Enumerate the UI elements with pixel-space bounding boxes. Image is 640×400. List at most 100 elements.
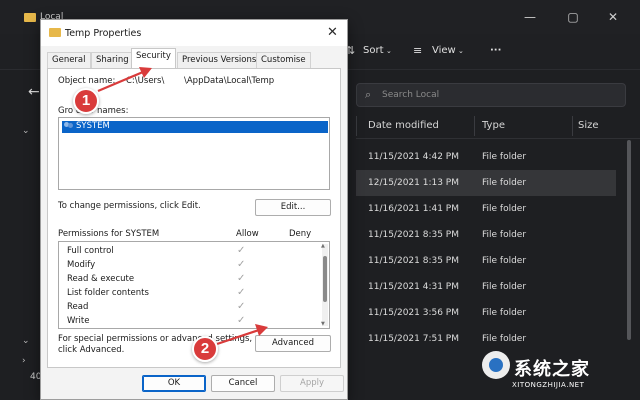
file-date-modified: 11/15/2021 4:31 PM bbox=[368, 282, 459, 292]
tab-previous-versions[interactable]: Previous Versions bbox=[177, 52, 262, 68]
permission-row: Read ✓ bbox=[59, 301, 317, 315]
permission-row: Modify ✓ bbox=[59, 259, 317, 273]
close-icon[interactable]: ✕ bbox=[603, 8, 623, 26]
column-separator bbox=[356, 116, 357, 136]
file-type: File folder bbox=[482, 256, 527, 266]
navigation-pane: ⌄ ⌄ › bbox=[0, 112, 44, 400]
file-type: File folder bbox=[482, 178, 527, 188]
minimize-icon[interactable]: — bbox=[520, 8, 540, 26]
object-name-value-part2: \AppData\Local\Temp bbox=[184, 76, 275, 86]
allow-check-icon: ✓ bbox=[237, 273, 246, 284]
scroll-up-icon[interactable]: ▲ bbox=[321, 243, 325, 249]
column-separator bbox=[572, 116, 573, 136]
chevron-down-icon: ⌄ bbox=[386, 47, 392, 55]
tab-security[interactable]: Security bbox=[131, 48, 176, 69]
security-tab-panel: Object name: C:\Users\ \AppData\Local\Te… bbox=[47, 68, 341, 368]
allow-column-header: Allow bbox=[236, 229, 259, 239]
file-type: File folder bbox=[482, 204, 527, 214]
ok-button[interactable]: OK bbox=[142, 375, 206, 392]
watermark-logo-icon bbox=[482, 351, 510, 379]
watermark-url: XITONGZHIJIA.NET bbox=[512, 381, 585, 389]
column-date-modified[interactable]: Date modified bbox=[368, 120, 439, 131]
permission-row: List folder contents ✓ bbox=[59, 287, 317, 301]
tab-general[interactable]: General bbox=[47, 52, 91, 68]
allow-check-icon: ✓ bbox=[237, 315, 246, 326]
chevron-down-icon[interactable]: ⌄ bbox=[22, 126, 30, 136]
file-date-modified: 11/15/2021 4:42 PM bbox=[368, 152, 459, 162]
table-row[interactable]: 11/16/2021 1:41 PM File folder bbox=[356, 196, 616, 222]
search-placeholder: Search Local bbox=[382, 90, 440, 100]
file-date-modified: 12/15/2021 1:13 PM bbox=[368, 178, 459, 188]
edit-button[interactable]: Edit... bbox=[255, 199, 331, 216]
view-button[interactable]: View bbox=[432, 45, 456, 56]
permission-name: Full control bbox=[67, 246, 114, 256]
list-item-system[interactable]: SYSTEM bbox=[62, 121, 328, 133]
search-icon: ⌕ bbox=[365, 88, 372, 101]
chevron-right-icon[interactable]: › bbox=[22, 356, 26, 366]
file-date-modified: 11/16/2021 1:41 PM bbox=[368, 204, 459, 214]
permission-name: List folder contents bbox=[67, 288, 149, 298]
file-type: File folder bbox=[482, 308, 527, 318]
special-permissions-text-2: click Advanced. bbox=[58, 345, 125, 355]
permission-row: Full control ✓ bbox=[59, 245, 317, 259]
permission-name: Read bbox=[67, 302, 89, 312]
apply-button[interactable]: Apply bbox=[280, 375, 344, 392]
permissions-scrollbar-thumb[interactable] bbox=[323, 256, 327, 302]
back-arrow-icon[interactable]: ← bbox=[28, 84, 40, 100]
deny-column-header: Deny bbox=[289, 229, 312, 239]
allow-check-icon: ✓ bbox=[237, 287, 246, 298]
explorer-scrollbar[interactable] bbox=[627, 140, 631, 340]
close-icon[interactable]: ✕ bbox=[327, 25, 338, 40]
table-row[interactable]: 11/15/2021 3:56 PM File folder bbox=[356, 300, 616, 326]
tab-customise[interactable]: Customise bbox=[256, 52, 311, 68]
permission-name: Write bbox=[67, 316, 90, 326]
special-permissions-text: For special permissions or advanced sett… bbox=[58, 334, 253, 344]
file-date-modified: 11/15/2021 7:51 PM bbox=[368, 334, 459, 344]
watermark: 系统之家 XITONGZHIJIA.NET bbox=[470, 345, 640, 397]
chevron-down-icon[interactable]: ⌄ bbox=[22, 336, 30, 346]
table-row[interactable]: 11/15/2021 8:35 PM File folder bbox=[356, 248, 616, 274]
maximize-icon[interactable]: ▢ bbox=[563, 8, 583, 26]
permissions-for-label: Permissions for SYSTEM bbox=[58, 229, 160, 239]
search-box[interactable]: ⌕ Search Local bbox=[356, 83, 626, 107]
chevron-down-icon: ⌄ bbox=[458, 47, 464, 55]
allow-check-icon: ✓ bbox=[237, 245, 246, 256]
column-size[interactable]: Size bbox=[578, 120, 599, 131]
more-options-button[interactable]: ··· bbox=[490, 45, 501, 56]
file-type: File folder bbox=[482, 230, 527, 240]
column-header-row: Date modified Type Size bbox=[356, 113, 640, 139]
view-icon: ≡ bbox=[413, 44, 423, 57]
permission-row: Write ✓ bbox=[59, 315, 317, 328]
step-1-badge: 1 bbox=[73, 88, 99, 114]
watermark-text: 系统之家 bbox=[514, 359, 590, 380]
file-date-modified: 11/15/2021 8:35 PM bbox=[368, 230, 459, 240]
file-type: File folder bbox=[482, 334, 527, 344]
users-icon bbox=[64, 122, 74, 132]
advanced-button[interactable]: Advanced bbox=[255, 335, 331, 352]
permission-name: Read & execute bbox=[67, 274, 135, 284]
object-name-value-part1: C:\Users\ bbox=[126, 76, 165, 86]
file-type: File folder bbox=[482, 152, 527, 162]
group-user-list[interactable]: SYSTEM bbox=[58, 117, 330, 190]
file-type: File folder bbox=[482, 282, 527, 292]
table-row[interactable]: 12/15/2021 1:13 PM File folder bbox=[356, 170, 616, 196]
change-permissions-text: To change permissions, click Edit. bbox=[58, 201, 201, 211]
permissions-list[interactable]: Full control ✓ Modify ✓ Read & execute ✓ List … bbox=[58, 241, 330, 329]
table-row[interactable]: 11/15/2021 4:42 PM File folder bbox=[356, 144, 616, 170]
permission-row: Read & execute ✓ bbox=[59, 273, 317, 287]
table-row[interactable]: 11/15/2021 8:35 PM File folder bbox=[356, 222, 616, 248]
sort-button[interactable]: Sort bbox=[363, 45, 384, 56]
column-type[interactable]: Type bbox=[482, 120, 505, 131]
column-separator bbox=[474, 116, 475, 136]
object-name-label: Object name: bbox=[58, 76, 116, 86]
list-item-label: SYSTEM bbox=[76, 121, 110, 131]
folder-icon bbox=[24, 13, 36, 22]
table-row[interactable]: 11/15/2021 4:31 PM File folder bbox=[356, 274, 616, 300]
cancel-button[interactable]: Cancel bbox=[211, 375, 275, 392]
allow-check-icon: ✓ bbox=[237, 301, 246, 312]
tab-sharing[interactable]: Sharing bbox=[91, 52, 134, 68]
scroll-down-icon[interactable]: ▼ bbox=[321, 321, 325, 327]
dialog-titlebar: Temp Properties ✕ bbox=[41, 20, 347, 46]
tab-strip: General Sharing Previous Versions Custom… bbox=[47, 48, 343, 69]
file-date-modified: 11/15/2021 3:56 PM bbox=[368, 308, 459, 318]
